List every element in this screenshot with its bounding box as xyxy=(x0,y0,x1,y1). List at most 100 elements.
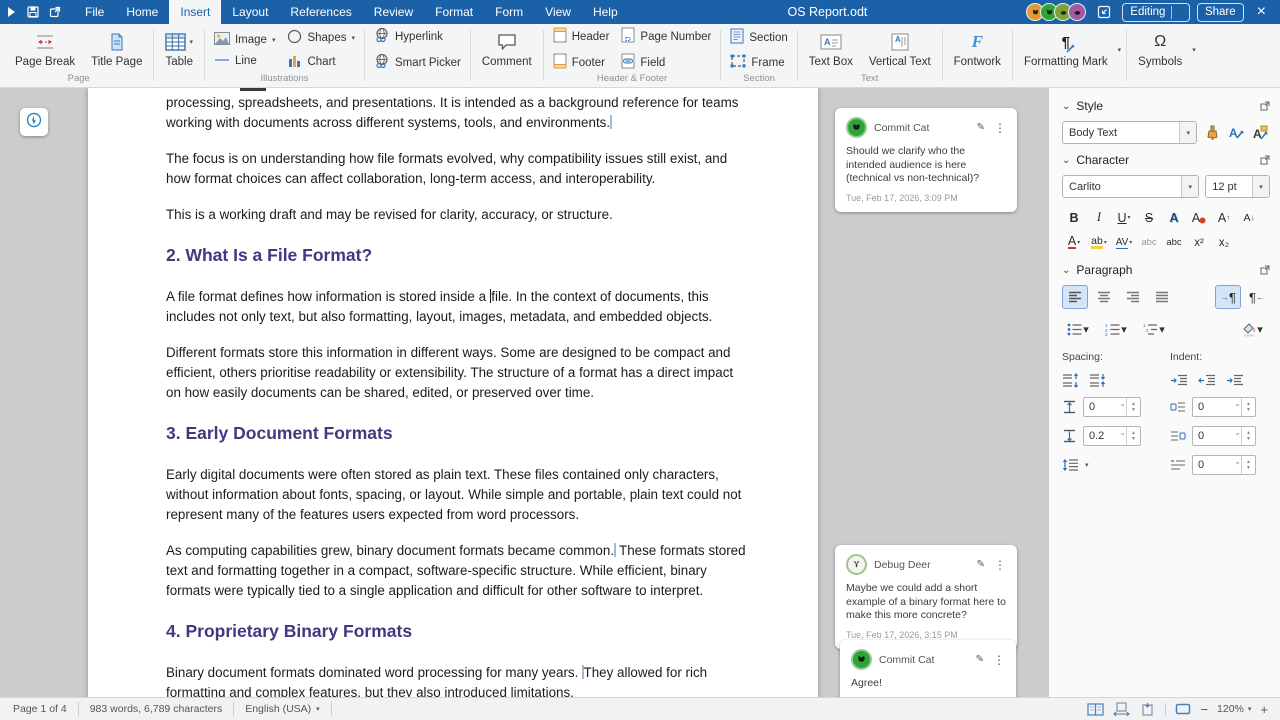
edit-comment-icon[interactable]: ✎ xyxy=(976,654,984,665)
menu-review[interactable]: Review xyxy=(363,0,424,24)
section-button[interactable]: Section xyxy=(726,27,791,48)
table-button[interactable]: ▾ Table xyxy=(159,28,199,71)
numbered-list-button[interactable]: 123 ▾ xyxy=(1100,317,1132,341)
chevron-down-icon[interactable]: ▾ xyxy=(1085,461,1089,469)
hyperlink-button[interactable]: Hyperlink xyxy=(370,26,465,47)
shapes-button[interactable]: Shapes ▾ xyxy=(283,28,359,48)
new-style-button[interactable]: A xyxy=(1252,123,1270,143)
comment-menu-icon[interactable]: ⋮ xyxy=(993,653,1005,667)
clear-formatting-button[interactable]: A xyxy=(1187,207,1211,228)
character-section-header[interactable]: ⌄ Character xyxy=(1062,153,1270,167)
comment-menu-icon[interactable]: ⋮ xyxy=(994,558,1006,572)
transliterate-button[interactable]: abc xyxy=(1162,232,1186,253)
navigator-button[interactable] xyxy=(20,108,48,136)
chevron-down-icon[interactable]: ▾ xyxy=(1192,46,1196,54)
font-color-button[interactable]: A▾ xyxy=(1062,232,1086,253)
popout-icon[interactable] xyxy=(1260,265,1270,275)
text-box-button[interactable]: A Text Box xyxy=(803,28,859,71)
change-case-button[interactable]: abc xyxy=(1137,232,1161,253)
editing-mode-button[interactable]: Editing ▾ xyxy=(1122,3,1190,22)
menu-file[interactable]: File xyxy=(74,0,115,24)
word-count-status[interactable]: 983 words, 6,789 characters xyxy=(79,702,235,716)
spacing-below-field[interactable]: 0.2 ″ ▲▼ xyxy=(1083,426,1141,446)
update-style-button[interactable]: A xyxy=(1228,123,1246,143)
chevron-down-icon[interactable]: ⌄ xyxy=(1062,101,1070,112)
paragraph[interactable]: The focus is on understanding how file f… xyxy=(166,149,750,189)
character-spacing-button[interactable]: AV▾ xyxy=(1112,232,1136,253)
bold-button[interactable]: B xyxy=(1062,207,1086,228)
spinner[interactable]: ▲▼ xyxy=(1241,456,1255,474)
heading-proprietary-binary-formats[interactable]: 4. Proprietary Binary Formats xyxy=(166,619,750,643)
chevron-down-icon[interactable]: ▾ xyxy=(1083,323,1089,336)
paragraph[interactable]: This is a working draft and may be revis… xyxy=(166,205,750,225)
paragraph[interactable]: A file format defines how information is… xyxy=(166,287,750,327)
grow-font-button[interactable]: A↑ xyxy=(1212,207,1236,228)
ltr-direction-button[interactable]: →¶ xyxy=(1215,285,1241,309)
chevron-down-icon[interactable]: ▾ xyxy=(1129,239,1132,246)
book-view-icon[interactable] xyxy=(1087,703,1104,716)
shrink-font-button[interactable]: A↓ xyxy=(1237,207,1261,228)
comment-card[interactable]: Commit Cat ✎ ⋮ Should we clarify who the… xyxy=(835,108,1017,212)
share-button[interactable]: Share xyxy=(1197,3,1244,22)
paragraph[interactable]: Early digital documents were often store… xyxy=(166,465,750,525)
chevron-down-icon[interactable]: ▾ xyxy=(1118,46,1122,54)
chevron-down-icon[interactable]: ▾ xyxy=(1077,239,1080,246)
zoom-in-button[interactable]: + xyxy=(1260,702,1268,717)
highlight-color-button[interactable]: ab▾ xyxy=(1087,232,1111,253)
heading-early-document-formats[interactable]: 3. Early Document Formats xyxy=(166,421,750,445)
fontwork-button[interactable]: F Fontwork xyxy=(948,28,1007,71)
bullet-list-button[interactable]: ▾ xyxy=(1062,317,1094,341)
menu-form[interactable]: Form xyxy=(484,0,534,24)
clone-formatting-button[interactable] xyxy=(1203,123,1221,143)
menu-references[interactable]: References xyxy=(279,0,362,24)
chevron-down-icon[interactable]: ⌄ xyxy=(1062,155,1070,166)
page-width-view-icon[interactable] xyxy=(1113,702,1130,716)
indent-after-field[interactable]: 0 ″ ▲▼ xyxy=(1192,426,1256,446)
decrease-indent-icon[interactable] xyxy=(1198,374,1216,387)
edit-comment-icon[interactable]: ✎ xyxy=(977,122,985,133)
spinner[interactable]: ▲▼ xyxy=(1241,398,1255,416)
spacing-above-field[interactable]: 0 ″ ▲▼ xyxy=(1083,397,1141,417)
font-name-select[interactable]: Carlito ▾ xyxy=(1062,175,1199,198)
paragraph[interactable]: Different formats store this information… xyxy=(166,343,750,403)
document-body[interactable]: processing, spreadsheets, and presentati… xyxy=(88,88,818,698)
chevron-down-icon[interactable]: ▾ xyxy=(1181,176,1198,197)
chevron-down-icon[interactable]: ▾ xyxy=(1121,323,1127,336)
vertical-text-button[interactable]: A Vertical Text xyxy=(863,28,937,71)
zoom-out-button[interactable]: − xyxy=(1200,702,1208,717)
comment-button[interactable]: Comment xyxy=(476,28,538,71)
heading-what-is-a-file-format[interactable]: 2. What Is a File Format? xyxy=(166,243,750,267)
subscript-button[interactable]: x₂ xyxy=(1212,232,1236,253)
chart-button[interactable]: Chart xyxy=(283,53,359,72)
comment-menu-icon[interactable]: ⋮ xyxy=(994,121,1006,135)
save-icon[interactable] xyxy=(22,0,44,24)
chevron-down-icon[interactable]: ▾ xyxy=(1179,122,1196,143)
paragraph[interactable]: Binary document formats dominated word p… xyxy=(166,663,750,698)
close-icon[interactable]: × xyxy=(1251,0,1272,24)
page-break-button[interactable]: Page Break xyxy=(9,28,81,71)
title-page-button[interactable]: Title Page xyxy=(85,28,148,71)
increase-paragraph-spacing-icon[interactable] xyxy=(1062,373,1079,388)
menu-insert[interactable]: Insert xyxy=(169,0,221,24)
chevron-down-icon[interactable]: ▾ xyxy=(1104,239,1107,246)
justify-button[interactable] xyxy=(1149,285,1175,309)
underline-button[interactable]: U▾ xyxy=(1112,207,1136,228)
follow-editor-icon[interactable] xyxy=(1093,0,1115,24)
menu-collapse-icon[interactable] xyxy=(0,0,22,24)
chevron-down-icon[interactable]: ▾ xyxy=(189,38,193,46)
switch-indent-icon[interactable] xyxy=(1226,374,1244,387)
font-size-select[interactable]: 12 pt ▾ xyxy=(1205,175,1270,198)
header-button[interactable]: Header xyxy=(549,26,614,47)
chevron-down-icon[interactable]: ▾ xyxy=(351,34,355,42)
line-button[interactable]: Line xyxy=(210,54,279,68)
field-button[interactable]: Field xyxy=(617,52,715,73)
spinner[interactable]: ▲▼ xyxy=(1126,398,1140,416)
comment-card[interactable]: Debug Deer ✎ ⋮ Maybe we could add a shor… xyxy=(835,545,1017,649)
symbols-button[interactable]: Ω Symbols xyxy=(1132,28,1188,71)
menu-help[interactable]: Help xyxy=(582,0,629,24)
spinner[interactable]: ▲▼ xyxy=(1241,427,1255,445)
paragraph-style-select[interactable]: Body Text ▾ xyxy=(1062,121,1197,144)
paragraph-section-header[interactable]: ⌄ Paragraph xyxy=(1062,263,1270,277)
edit-comment-icon[interactable]: ✎ xyxy=(977,559,985,570)
footer-button[interactable]: Footer xyxy=(549,52,614,73)
